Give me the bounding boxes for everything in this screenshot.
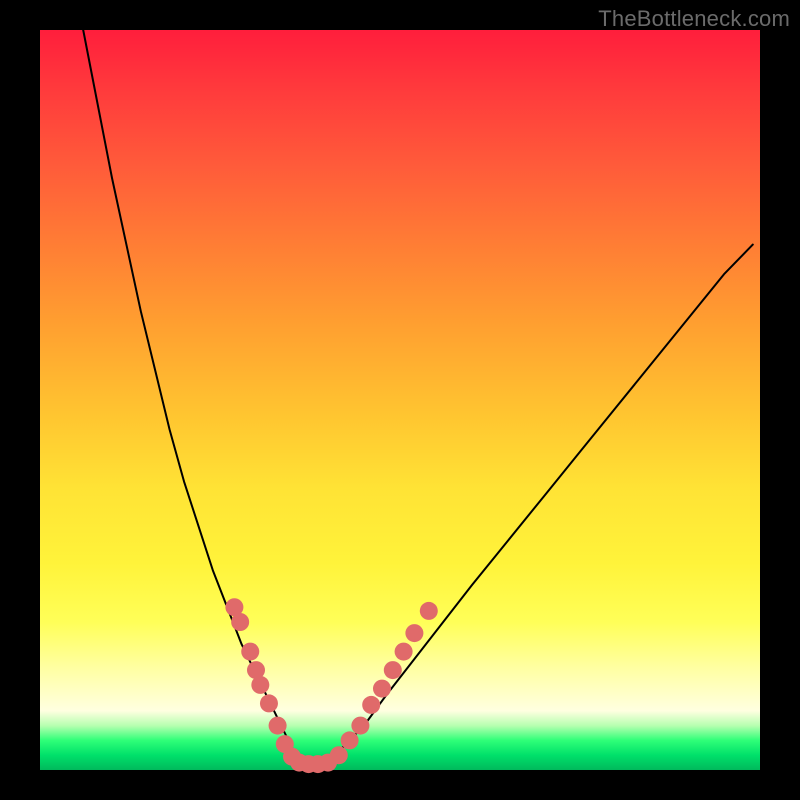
marker-dots-left-1 (231, 613, 249, 631)
marker-dots-right-6 (395, 643, 413, 661)
marker-dots-left-4 (251, 676, 269, 694)
marker-dots-right-2 (351, 717, 369, 735)
chart-svg (40, 30, 760, 770)
watermark-text: TheBottleneck.com (598, 6, 790, 32)
marker-dots-left-2 (241, 643, 259, 661)
series-curve-left (83, 30, 299, 763)
marker-dots-right-3 (362, 696, 380, 714)
series-curve-right (328, 245, 753, 763)
marker-dots-right-0 (330, 746, 348, 764)
marker-dots-right-5 (384, 661, 402, 679)
chart-frame: TheBottleneck.com (0, 0, 800, 800)
marker-dots-left-5 (260, 694, 278, 712)
marker-dots-right-1 (341, 731, 359, 749)
marker-dots-right-4 (373, 680, 391, 698)
plot-area (40, 30, 760, 770)
marker-dots-left-6 (269, 717, 287, 735)
marker-dots-right-8 (420, 602, 438, 620)
marker-dots-right-7 (405, 624, 423, 642)
